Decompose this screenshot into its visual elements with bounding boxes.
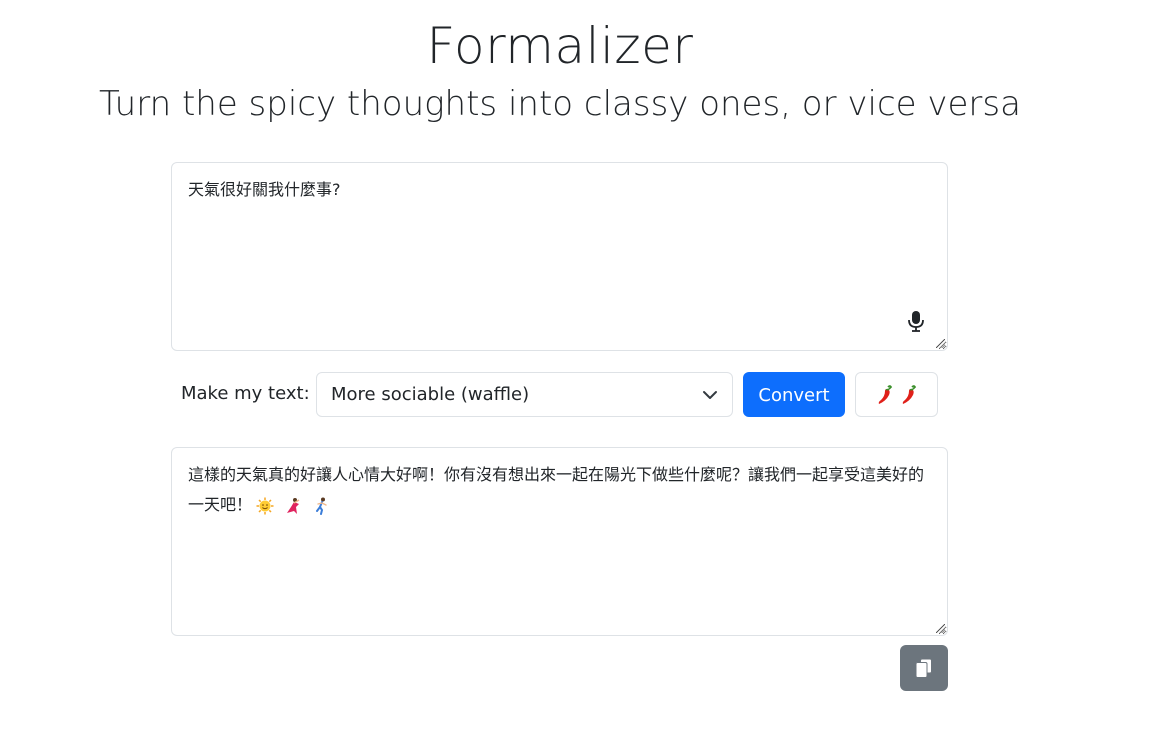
dancer-icon [287,497,300,514]
sun-face-icon [256,497,274,514]
page-title: Formalizer [426,17,694,75]
copy-icon [915,658,933,678]
convert-button[interactable]: Convert [743,372,845,417]
running-person-icon [316,497,327,515]
copy-button[interactable] [900,645,948,691]
style-select-value: More sociable (waffle) [331,384,530,405]
chili-pepper-icon [878,384,892,404]
chevron-down-icon [703,391,717,399]
output-textarea[interactable]: 這樣的天氣真的好讓人心情大好啊！你有沒有想出來一起在陽光下做些什麼呢？讓我們一起… [171,447,948,636]
input-textarea[interactable]: 天氣很好關我什麼事? [171,162,948,351]
make-my-text-label: Make my text: [181,383,310,404]
style-select[interactable]: More sociable (waffle) [316,372,733,417]
output-emojis [256,497,330,515]
resize-grip-icon[interactable] [936,624,945,633]
resize-grip-icon[interactable] [936,339,945,348]
page-subtitle: Turn the spicy thoughts into classy ones… [99,84,1021,124]
microphone-icon[interactable] [905,309,927,333]
spicy-toggle-button[interactable] [855,372,938,417]
chili-pepper-icon [902,384,916,404]
input-text: 天氣很好關我什麼事? [188,180,341,199]
